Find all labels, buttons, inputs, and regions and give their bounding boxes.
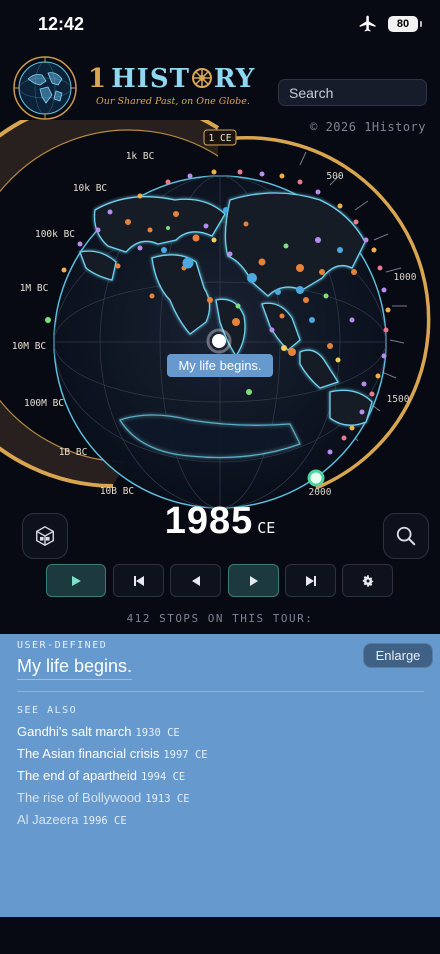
brand-title-part-a: HIST — [111, 64, 190, 94]
timeline-dial[interactable]: 1 CE 1k BC 10k BC 100k BC 1M BC 10M BC 1… — [0, 120, 440, 520]
see-also-year: 1930 CE — [135, 727, 180, 739]
divider — [17, 691, 424, 692]
event-title[interactable]: My life begins. — [17, 656, 133, 680]
see-also-year: 1996 CE — [82, 815, 127, 827]
brand-title-part-b: RY — [213, 64, 256, 94]
event-label[interactable]: My life begins. — [167, 354, 273, 377]
see-also-item[interactable]: The Asian financial crisis 1997 CE — [17, 746, 208, 768]
see-also-list: Gandhi's salt march 1930 CE The Asian fin… — [17, 724, 208, 834]
search-icon — [396, 526, 416, 546]
brand-tagline: Our Shared Past, on One Globe. — [96, 96, 250, 107]
year-position-marker[interactable] — [307, 469, 325, 487]
settings-button[interactable] — [342, 564, 393, 597]
event-category: USER-DEFINED — [17, 640, 108, 651]
step-forward-button[interactable] — [228, 564, 279, 597]
label-1ce: 1 CE — [209, 133, 232, 144]
step-forward-icon — [249, 575, 258, 586]
year-era: CE — [257, 519, 276, 537]
step-back-icon — [191, 575, 200, 586]
status-icons: 80 — [358, 14, 422, 34]
see-also-year: 1913 CE — [145, 793, 190, 805]
bottom-area — [0, 917, 440, 954]
label-10b-bc: 10B BC — [100, 486, 134, 497]
search-button[interactable] — [383, 513, 429, 559]
label-1b-bc: 1B BC — [59, 447, 88, 458]
playback-controls — [0, 564, 440, 598]
gear-icon — [362, 574, 373, 587]
label-1m-bc: 1M BC — [20, 283, 49, 294]
play-button[interactable] — [46, 564, 106, 597]
brand-title: 1 HIST RY — [88, 64, 255, 94]
airplane-icon — [359, 15, 376, 32]
current-event-marker[interactable] — [212, 334, 226, 348]
tour-stops-count: 412 STOPS ON THIS TOUR: — [126, 612, 314, 625]
brand: 1 HIST RY Our Shared Past, on One Globe. — [88, 64, 255, 107]
logo-globe-icon[interactable] — [12, 55, 78, 121]
play-icon — [72, 575, 81, 586]
year-value: 1985 — [164, 500, 254, 542]
status-bar: 12:42 80 — [0, 0, 440, 50]
label-100m-bc: 100M BC — [24, 398, 64, 409]
see-also-year: 1994 CE — [140, 771, 186, 783]
skip-back-icon — [133, 575, 144, 586]
see-also-title: The end of apartheid — [17, 768, 137, 783]
see-also-title: Al Jazeera — [17, 812, 79, 827]
skip-to-start-button[interactable] — [113, 564, 164, 597]
step-back-button[interactable] — [170, 564, 221, 597]
label-10m-bc: 10M BC — [12, 341, 46, 352]
see-also-item[interactable]: Gandhi's salt march 1930 CE — [17, 724, 208, 746]
event-detail-panel: USER-DEFINED My life begins. Enlarge SEE… — [0, 634, 440, 917]
see-also-item[interactable]: The end of apartheid 1994 CE — [17, 768, 208, 790]
skip-forward-icon — [305, 575, 316, 586]
see-also-heading: SEE ALSO — [17, 705, 78, 716]
globe-view-toggle-button[interactable] — [22, 513, 68, 559]
skip-to-end-button[interactable] — [285, 564, 336, 597]
search-input[interactable]: Search — [278, 79, 427, 106]
label-1000: 1000 — [394, 272, 417, 283]
status-time: 12:42 — [38, 14, 85, 34]
cube-icon — [36, 526, 54, 546]
see-also-title: Gandhi's salt march — [17, 724, 132, 739]
enlarge-button[interactable]: Enlarge — [363, 643, 433, 668]
see-also-title: The rise of Bollywood — [17, 790, 142, 805]
see-also-item[interactable]: Al Jazeera 1996 CE — [17, 812, 208, 834]
label-10k-bc: 10k BC — [73, 183, 107, 194]
label-2000: 2000 — [309, 487, 332, 498]
battery-indicator: 80 — [388, 16, 422, 32]
compass-wheel-icon — [191, 68, 212, 88]
brand-number: 1 — [88, 64, 108, 94]
label-1500: 1500 — [387, 394, 410, 405]
label-500: 500 — [326, 171, 343, 182]
label-100k-bc: 100k BC — [35, 229, 75, 240]
label-1k-bc: 1k BC — [126, 151, 155, 162]
see-also-year: 1997 CE — [163, 749, 208, 761]
globe[interactable] — [45, 169, 391, 509]
see-also-title: The Asian financial crisis — [17, 746, 160, 761]
see-also-item[interactable]: The rise of Bollywood 1913 CE — [17, 790, 208, 812]
